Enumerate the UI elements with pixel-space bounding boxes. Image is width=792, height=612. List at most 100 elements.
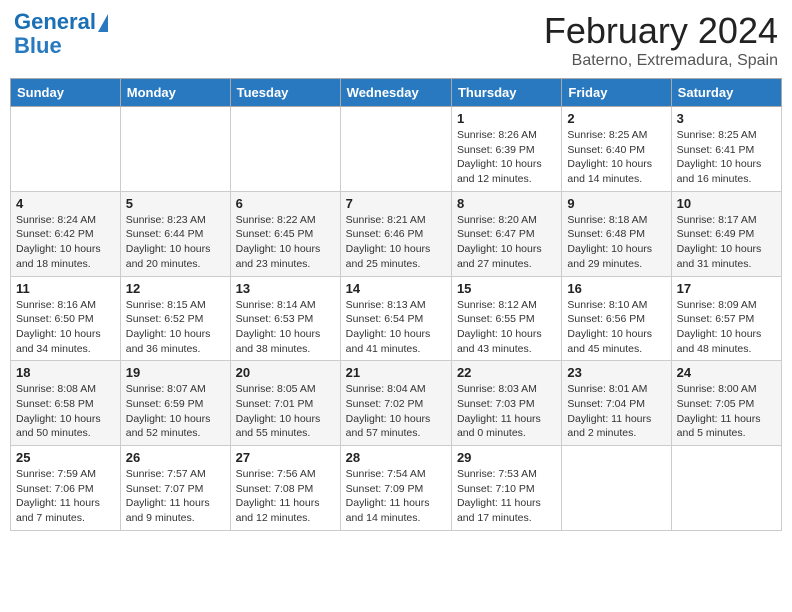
calendar-day-cell: 8 Sunrise: 8:20 AM Sunset: 6:47 PM Daylig…	[451, 191, 561, 276]
calendar-day-cell: 20Sunrise: 8:05 AM Sunset: 7:01 PM Dayli…	[230, 361, 340, 446]
calendar-day-cell: 23 Sunrise: 8:01 AM Sunset: 7:04 PM Dayli…	[562, 361, 671, 446]
calendar-table: SundayMondayTuesdayWednesdayThursdayFrid…	[10, 78, 782, 531]
logo: General Blue	[14, 10, 108, 58]
calendar-day-cell: 11Sunrise: 8:16 AM Sunset: 6:50 PM Dayli…	[11, 276, 121, 361]
day-info: Sunrise: 8:24 AM Sunset: 6:42 PM Dayligh…	[16, 213, 115, 272]
day-number: 10	[677, 196, 776, 211]
calendar-week-row: 11Sunrise: 8:16 AM Sunset: 6:50 PM Dayli…	[11, 276, 782, 361]
day-number: 12	[126, 281, 225, 296]
calendar-week-row: 1 Sunrise: 8:26 AM Sunset: 6:39 PM Daylig…	[11, 107, 782, 192]
calendar-title: February 2024	[544, 10, 778, 52]
title-area: February 2024 Baterno, Extremadura, Spai…	[544, 10, 778, 70]
calendar-day-cell: 1 Sunrise: 8:26 AM Sunset: 6:39 PM Daylig…	[451, 107, 561, 192]
day-info: Sunrise: 8:22 AM Sunset: 6:45 PM Dayligh…	[236, 213, 335, 272]
day-number: 6	[236, 196, 335, 211]
day-info: Sunrise: 8:08 AM Sunset: 6:58 PM Dayligh…	[16, 382, 115, 441]
calendar-day-cell: 4 Sunrise: 8:24 AM Sunset: 6:42 PM Daylig…	[11, 191, 121, 276]
day-number: 15	[457, 281, 556, 296]
calendar-day-cell	[671, 446, 781, 531]
day-info: Sunrise: 7:54 AM Sunset: 7:09 PM Dayligh…	[346, 467, 446, 526]
day-info: Sunrise: 8:12 AM Sunset: 6:55 PM Dayligh…	[457, 298, 556, 357]
day-info: Sunrise: 8:01 AM Sunset: 7:04 PM Dayligh…	[567, 382, 665, 441]
calendar-day-cell: 9Sunrise: 8:18 AM Sunset: 6:48 PM Daylig…	[562, 191, 671, 276]
day-number: 19	[126, 365, 225, 380]
day-info: Sunrise: 7:59 AM Sunset: 7:06 PM Dayligh…	[16, 467, 115, 526]
day-info: Sunrise: 8:00 AM Sunset: 7:05 PM Dayligh…	[677, 382, 776, 441]
day-info: Sunrise: 8:09 AM Sunset: 6:57 PM Dayligh…	[677, 298, 776, 357]
calendar-day-cell: 13Sunrise: 8:14 AM Sunset: 6:53 PM Dayli…	[230, 276, 340, 361]
calendar-day-cell: 29Sunrise: 7:53 AM Sunset: 7:10 PM Dayli…	[451, 446, 561, 531]
day-info: Sunrise: 8:23 AM Sunset: 6:44 PM Dayligh…	[126, 213, 225, 272]
day-info: Sunrise: 8:13 AM Sunset: 6:54 PM Dayligh…	[346, 298, 446, 357]
calendar-day-cell: 19 Sunrise: 8:07 AM Sunset: 6:59 PM Dayli…	[120, 361, 230, 446]
day-number: 21	[346, 365, 446, 380]
day-info: Sunrise: 8:03 AM Sunset: 7:03 PM Dayligh…	[457, 382, 556, 441]
calendar-day-cell: 12 Sunrise: 8:15 AM Sunset: 6:52 PM Dayli…	[120, 276, 230, 361]
weekday-header: Tuesday	[230, 79, 340, 107]
day-info: Sunrise: 8:10 AM Sunset: 6:56 PM Dayligh…	[567, 298, 665, 357]
calendar-day-cell: 28 Sunrise: 7:54 AM Sunset: 7:09 PM Dayli…	[340, 446, 451, 531]
calendar-day-cell: 10 Sunrise: 8:17 AM Sunset: 6:49 PM Dayli…	[671, 191, 781, 276]
calendar-day-cell	[11, 107, 121, 192]
day-number: 25	[16, 450, 115, 465]
day-info: Sunrise: 8:14 AM Sunset: 6:53 PM Dayligh…	[236, 298, 335, 357]
day-info: Sunrise: 8:20 AM Sunset: 6:47 PM Dayligh…	[457, 213, 556, 272]
calendar-day-cell: 2Sunrise: 8:25 AM Sunset: 6:40 PM Daylig…	[562, 107, 671, 192]
day-number: 28	[346, 450, 446, 465]
day-number: 17	[677, 281, 776, 296]
calendar-day-cell: 7 Sunrise: 8:21 AM Sunset: 6:46 PM Daylig…	[340, 191, 451, 276]
calendar-day-cell: 24 Sunrise: 8:00 AM Sunset: 7:05 PM Dayli…	[671, 361, 781, 446]
day-info: Sunrise: 8:15 AM Sunset: 6:52 PM Dayligh…	[126, 298, 225, 357]
calendar-subtitle: Baterno, Extremadura, Spain	[544, 52, 778, 70]
weekday-header: Monday	[120, 79, 230, 107]
calendar-day-cell	[340, 107, 451, 192]
day-info: Sunrise: 8:07 AM Sunset: 6:59 PM Dayligh…	[126, 382, 225, 441]
day-info: Sunrise: 8:04 AM Sunset: 7:02 PM Dayligh…	[346, 382, 446, 441]
header: General Blue February 2024 Baterno, Extr…	[10, 10, 782, 70]
day-number: 2	[567, 111, 665, 126]
day-number: 16	[567, 281, 665, 296]
day-info: Sunrise: 7:57 AM Sunset: 7:07 PM Dayligh…	[126, 467, 225, 526]
day-info: Sunrise: 8:26 AM Sunset: 6:39 PM Dayligh…	[457, 128, 556, 187]
day-number: 5	[126, 196, 225, 211]
weekday-header: Thursday	[451, 79, 561, 107]
day-info: Sunrise: 8:17 AM Sunset: 6:49 PM Dayligh…	[677, 213, 776, 272]
weekday-header: Saturday	[671, 79, 781, 107]
day-number: 24	[677, 365, 776, 380]
calendar-day-cell: 14 Sunrise: 8:13 AM Sunset: 6:54 PM Dayli…	[340, 276, 451, 361]
day-number: 14	[346, 281, 446, 296]
calendar-header: SundayMondayTuesdayWednesdayThursdayFrid…	[11, 79, 782, 107]
day-info: Sunrise: 8:25 AM Sunset: 6:41 PM Dayligh…	[677, 128, 776, 187]
calendar-body: 1 Sunrise: 8:26 AM Sunset: 6:39 PM Daylig…	[11, 107, 782, 531]
calendar-day-cell: 27Sunrise: 7:56 AM Sunset: 7:08 PM Dayli…	[230, 446, 340, 531]
calendar-day-cell: 3Sunrise: 8:25 AM Sunset: 6:41 PM Daylig…	[671, 107, 781, 192]
weekday-header: Sunday	[11, 79, 121, 107]
calendar-week-row: 4 Sunrise: 8:24 AM Sunset: 6:42 PM Daylig…	[11, 191, 782, 276]
logo-blue: Blue	[14, 34, 62, 58]
calendar-day-cell: 16 Sunrise: 8:10 AM Sunset: 6:56 PM Dayli…	[562, 276, 671, 361]
weekday-header: Wednesday	[340, 79, 451, 107]
day-number: 7	[346, 196, 446, 211]
calendar-day-cell: 5 Sunrise: 8:23 AM Sunset: 6:44 PM Daylig…	[120, 191, 230, 276]
day-number: 20	[236, 365, 335, 380]
calendar-day-cell: 22 Sunrise: 8:03 AM Sunset: 7:03 PM Dayli…	[451, 361, 561, 446]
day-number: 29	[457, 450, 556, 465]
day-number: 22	[457, 365, 556, 380]
calendar-week-row: 25 Sunrise: 7:59 AM Sunset: 7:06 PM Dayli…	[11, 446, 782, 531]
logo-general: General	[14, 9, 96, 34]
calendar-day-cell: 18 Sunrise: 8:08 AM Sunset: 6:58 PM Dayli…	[11, 361, 121, 446]
day-number: 23	[567, 365, 665, 380]
weekday-header: Friday	[562, 79, 671, 107]
day-number: 26	[126, 450, 225, 465]
calendar-day-cell: 17 Sunrise: 8:09 AM Sunset: 6:57 PM Dayli…	[671, 276, 781, 361]
calendar-day-cell	[120, 107, 230, 192]
calendar-day-cell	[562, 446, 671, 531]
day-info: Sunrise: 7:56 AM Sunset: 7:08 PM Dayligh…	[236, 467, 335, 526]
day-number: 1	[457, 111, 556, 126]
calendar-day-cell	[230, 107, 340, 192]
calendar-week-row: 18 Sunrise: 8:08 AM Sunset: 6:58 PM Dayli…	[11, 361, 782, 446]
day-number: 4	[16, 196, 115, 211]
day-number: 18	[16, 365, 115, 380]
day-number: 8	[457, 196, 556, 211]
day-info: Sunrise: 8:21 AM Sunset: 6:46 PM Dayligh…	[346, 213, 446, 272]
